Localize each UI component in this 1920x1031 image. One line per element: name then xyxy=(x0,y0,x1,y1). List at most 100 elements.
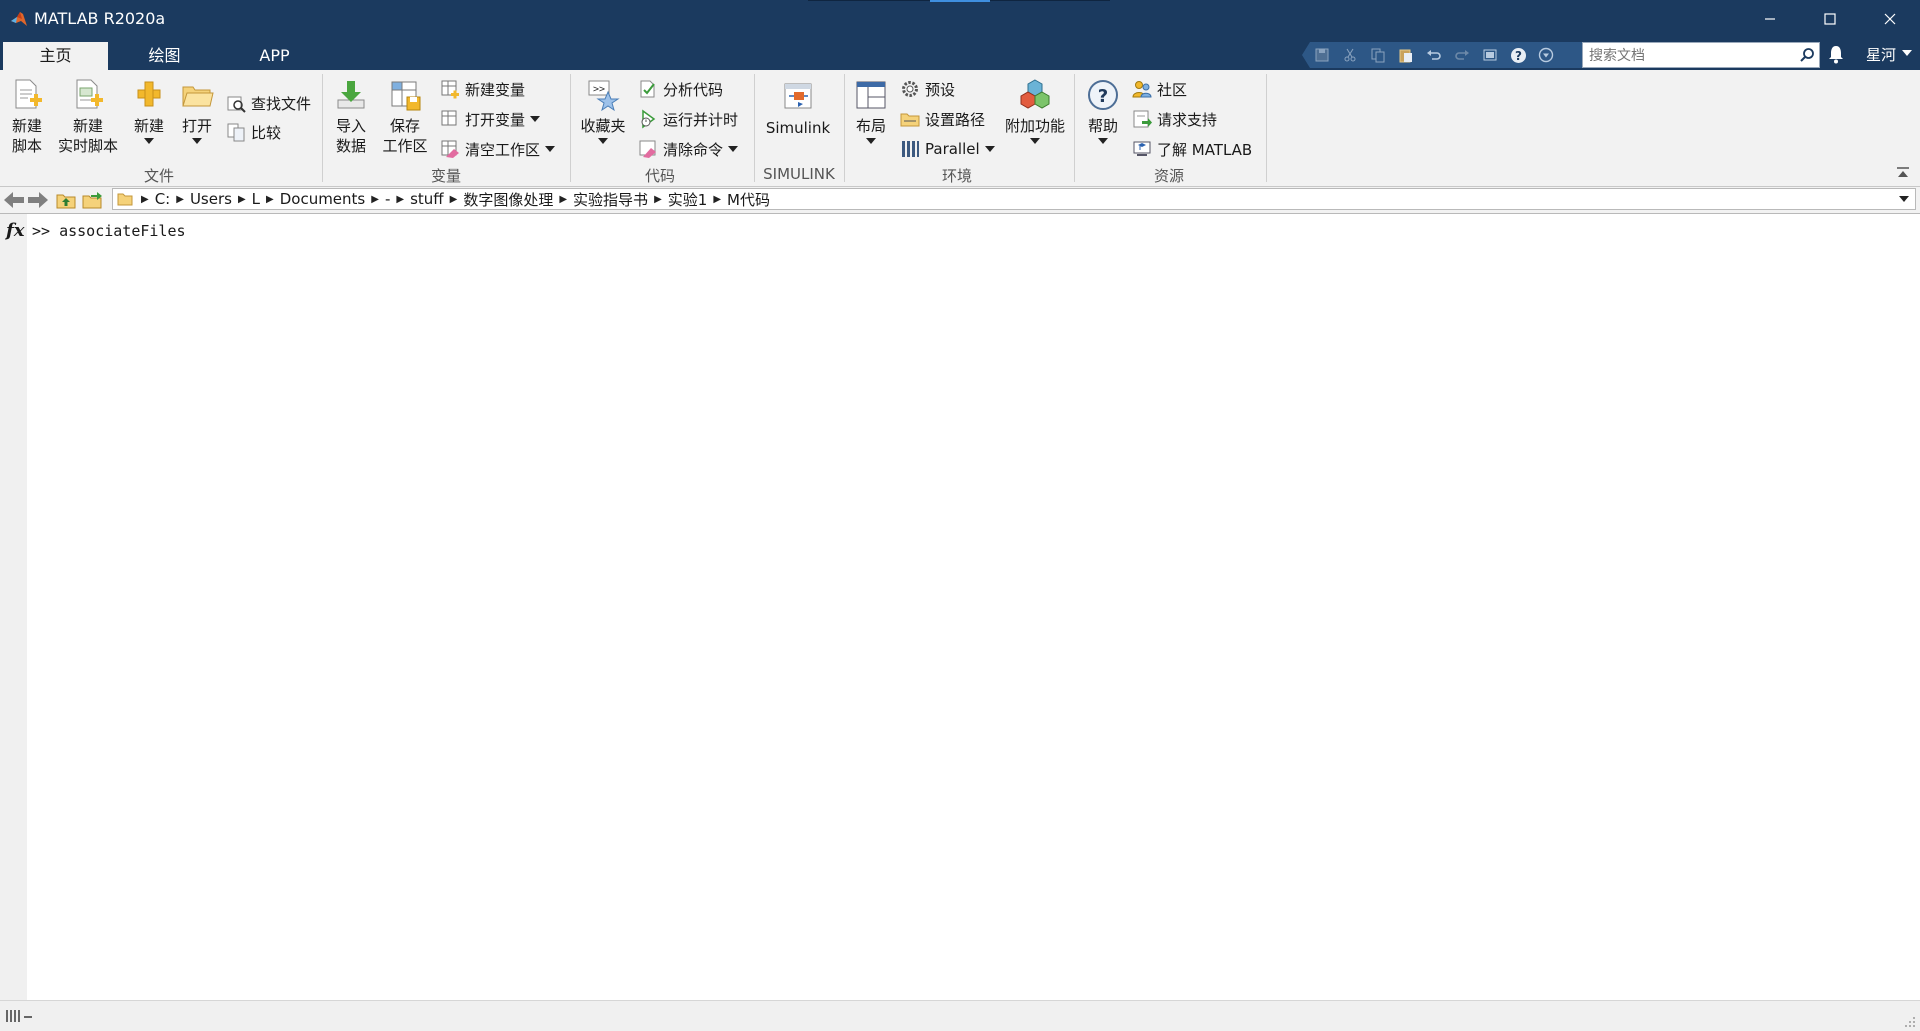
help-button[interactable]: ? xyxy=(1508,45,1528,65)
new-script-button[interactable]: 新建 脚本 xyxy=(6,78,48,156)
breadcrumb-item[interactable]: - xyxy=(385,190,390,208)
back-icon[interactable] xyxy=(3,191,25,209)
command-window-gutter xyxy=(0,214,27,1000)
collapse-ribbon-icon[interactable] xyxy=(1896,166,1910,180)
command-text[interactable]: associateFiles xyxy=(59,222,185,240)
new-button[interactable]: 新建 xyxy=(128,78,170,144)
favorites-icon: >> xyxy=(588,80,620,112)
command-window[interactable]: fx >> associateFiles xyxy=(0,214,1920,1000)
breadcrumb-separator: ▶ xyxy=(266,193,274,205)
clear-workspace-icon xyxy=(441,140,459,158)
search-input[interactable] xyxy=(1587,45,1791,67)
chevron-down-icon xyxy=(1098,138,1108,144)
import-data-button[interactable]: 导入 数据 xyxy=(328,78,374,156)
paste-button[interactable] xyxy=(1396,45,1416,65)
breadcrumb-item[interactable]: 数字图像处理 xyxy=(463,189,553,210)
find-files-button[interactable]: 查找文件 xyxy=(226,92,311,114)
clear-commands-button[interactable]: 清除命令 xyxy=(638,138,739,160)
breadcrumb-item[interactable]: 实验1 xyxy=(668,189,708,210)
breadcrumb-item[interactable]: L xyxy=(252,190,260,208)
breadcrumb-separator: ▶ xyxy=(176,193,184,205)
clear-workspace-button[interactable]: 清空工作区 xyxy=(440,138,556,160)
help-icon: ? xyxy=(1088,80,1118,110)
close-icon xyxy=(1884,13,1896,25)
new-script-icon xyxy=(15,79,42,109)
run-and-time-button[interactable]: 运行并计时 xyxy=(638,108,738,130)
new-variable-button[interactable]: 新建变量 xyxy=(440,78,525,100)
favorites-button[interactable]: >> 收藏夹 xyxy=(576,78,630,144)
breadcrumb-separator: ▶ xyxy=(713,193,722,205)
address-bar[interactable]: ▶ C: ▶ Users ▶ L ▶ Documents ▶ - ▶ stuff… xyxy=(112,188,1916,210)
command-line[interactable]: >> associateFiles xyxy=(32,222,186,240)
documentation-search[interactable] xyxy=(1582,42,1820,68)
group-separator xyxy=(1266,74,1267,182)
breadcrumb-item[interactable]: stuff xyxy=(410,190,444,208)
save-button[interactable] xyxy=(1312,45,1332,65)
simulink-label: Simulink xyxy=(765,119,831,137)
simulink-button[interactable]: Simulink xyxy=(760,78,836,138)
request-support-button[interactable]: 请求支持 xyxy=(1132,108,1217,130)
breadcrumb-item[interactable]: C: xyxy=(155,190,171,208)
group-label-code: 代码 xyxy=(644,167,675,185)
layout-button[interactable]: 布局 xyxy=(850,78,892,144)
add-ons-icon xyxy=(1020,79,1050,109)
minimize-button[interactable] xyxy=(1740,0,1800,38)
open-variable-button[interactable]: 打开变量 xyxy=(440,108,541,130)
resize-grip-icon[interactable] xyxy=(1904,1016,1916,1028)
breadcrumb-item[interactable]: 实验指导书 xyxy=(573,189,648,210)
breadcrumb-separator: ▶ xyxy=(237,193,246,205)
chevron-down-icon[interactable] xyxy=(1902,50,1912,56)
tab-plots[interactable]: 绘图 xyxy=(112,42,217,70)
learn-matlab-button[interactable]: 了解 MATLAB xyxy=(1132,138,1252,160)
community-button[interactable]: 社区 xyxy=(1132,78,1187,100)
up-folder-icon[interactable] xyxy=(56,191,76,209)
breadcrumb-item[interactable]: M代码 xyxy=(727,189,770,210)
parallel-icon xyxy=(902,141,919,157)
set-path-button[interactable]: 设置路径 xyxy=(900,108,985,130)
chevron-down-icon xyxy=(866,138,876,144)
open-button[interactable]: 打开 xyxy=(176,78,218,144)
breadcrumb-item[interactable]: Documents xyxy=(280,190,366,208)
tab-apps[interactable]: APP xyxy=(222,42,327,70)
chevron-down-icon[interactable] xyxy=(1899,196,1909,202)
new-live-script-button[interactable]: 新建 实时脚本 xyxy=(54,78,122,156)
redo-icon xyxy=(1455,50,1469,60)
cut-icon xyxy=(1344,48,1356,62)
forward-icon[interactable] xyxy=(27,191,49,209)
undo-button[interactable] xyxy=(1424,45,1444,65)
breadcrumb-item[interactable]: Users xyxy=(190,190,232,208)
function-browser-icon[interactable]: fx xyxy=(6,220,24,241)
bell-icon[interactable] xyxy=(1828,44,1844,64)
browse-folder-icon[interactable] xyxy=(82,191,104,209)
title-bar: MATLAB R2020a xyxy=(0,0,1920,38)
add-ons-button[interactable]: 附加功能 xyxy=(1002,78,1068,144)
group-label-simulink: SIMULINK xyxy=(763,165,835,183)
close-button[interactable] xyxy=(1860,0,1920,38)
copy-button[interactable] xyxy=(1368,45,1388,65)
tab-home[interactable]: 主页 xyxy=(3,42,108,70)
paste-icon xyxy=(1399,49,1412,63)
import-data-label-2: 数据 xyxy=(335,137,366,155)
open-variable-label: 打开变量 xyxy=(465,110,526,129)
user-account[interactable]: 星河 xyxy=(1866,44,1896,65)
status-grip-icon xyxy=(6,1010,32,1022)
new-live-script-label-2: 实时脚本 xyxy=(57,137,118,155)
parallel-button[interactable]: Parallel xyxy=(900,138,995,160)
parallel-label: Parallel xyxy=(925,140,980,158)
maximize-button[interactable] xyxy=(1800,0,1860,38)
redo-button[interactable] xyxy=(1452,45,1472,65)
help-ribbon-button[interactable]: ? 帮助 xyxy=(1082,78,1124,144)
community-label: 社区 xyxy=(1157,80,1188,99)
maximize-icon xyxy=(1824,13,1836,25)
save-workspace-button[interactable]: 保存 工作区 xyxy=(380,78,430,156)
customize-toolbar-button[interactable] xyxy=(1536,45,1556,65)
search-icon[interactable] xyxy=(1799,47,1815,63)
run-and-time-label: 运行并计时 xyxy=(663,110,739,129)
analyze-code-button[interactable]: 分析代码 xyxy=(638,78,723,100)
favorites-label: 收藏夹 xyxy=(580,117,626,135)
cut-button[interactable] xyxy=(1340,45,1360,65)
preferences-button[interactable]: 预设 xyxy=(900,78,955,100)
folder-icon xyxy=(117,193,133,206)
compare-button[interactable]: 比较 xyxy=(226,121,281,143)
switch-windows-button[interactable] xyxy=(1480,45,1500,65)
